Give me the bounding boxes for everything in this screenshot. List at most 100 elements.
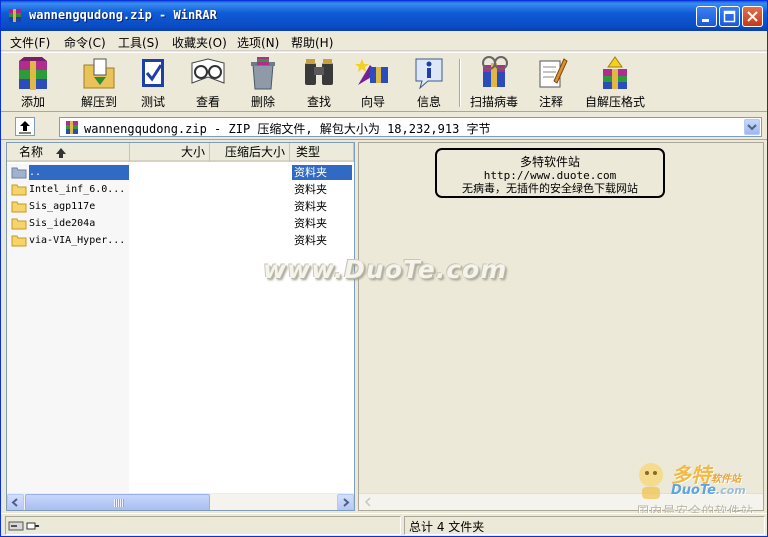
- comment-line-3: 无病毒，无插件的安全绿色下载网站: [462, 182, 638, 195]
- table-row[interactable]: via-VIA_Hyper... 资料夹: [7, 232, 354, 249]
- file-type: 资料夹: [294, 217, 327, 230]
- address-bar: wannengqudong.zip - ZIP 压缩文件, 解包大小为 18,2…: [1, 114, 767, 140]
- file-name: ..: [29, 165, 129, 180]
- folder-icon: [11, 235, 27, 247]
- column-name-header[interactable]: 名称: [7, 143, 130, 162]
- virus-scan-label: 扫描病毒: [469, 95, 518, 109]
- sfx-button[interactable]: 自解压格式: [583, 55, 647, 111]
- comment-button[interactable]: 注释: [531, 55, 571, 111]
- view-button[interactable]: 查看: [185, 55, 231, 111]
- column-packed-label: 压缩后大小: [224, 145, 285, 159]
- delete-label: 删除: [250, 95, 275, 109]
- scroll-left-button[interactable]: [7, 494, 24, 510]
- info-label: 信息: [416, 95, 441, 109]
- status-total: 总计 4 文件夹: [409, 520, 485, 534]
- status-bar: 总计 4 文件夹: [1, 513, 767, 536]
- test-label: 测试: [140, 95, 165, 109]
- chevron-left-icon: [364, 497, 371, 507]
- column-name-label: 名称: [19, 145, 44, 159]
- info-icon: [415, 58, 443, 90]
- zip-archive-icon: [66, 121, 78, 134]
- table-row-parent[interactable]: .. 资料夹: [7, 164, 354, 181]
- comment-label: 注释: [538, 95, 563, 109]
- file-list[interactable]: 名称 大小 压缩后大小 类型 .. 资料夹 Intel_inf_6.0... 资…: [6, 142, 355, 511]
- drive-icon: [8, 521, 24, 531]
- chevron-right-icon: [343, 498, 350, 507]
- up-folder-button[interactable]: [15, 117, 35, 136]
- maximize-icon: [723, 10, 736, 23]
- address-text: wannengqudong.zip - ZIP 压缩文件, 解包大小为 18,2…: [84, 122, 491, 136]
- menu-options[interactable]: 选项(N): [237, 34, 279, 51]
- delete-icon: [251, 57, 275, 90]
- add-label: 添加: [20, 95, 45, 109]
- column-size-header[interactable]: 大小: [130, 143, 210, 162]
- menu-file[interactable]: 文件(F): [10, 34, 50, 51]
- column-size-label: 大小: [180, 145, 205, 159]
- column-type-label: 类型: [296, 145, 321, 159]
- view-icon: [191, 58, 225, 84]
- toolbar-separator: [459, 59, 461, 107]
- wizard-label: 向导: [360, 95, 385, 109]
- file-name: Intel_inf_6.0...: [29, 184, 126, 195]
- corner-site: DuoTe.com: [671, 483, 746, 498]
- delete-button[interactable]: 删除: [243, 55, 283, 111]
- add-archive-icon: [19, 57, 47, 90]
- view-label: 查看: [195, 95, 220, 109]
- maximize-button[interactable]: [719, 6, 740, 27]
- table-row[interactable]: Intel_inf_6.0... 资料夹: [7, 181, 354, 198]
- file-type: 资料夹: [292, 165, 352, 180]
- winrar-app-icon: [9, 9, 21, 22]
- file-name: Sis_agp117e: [29, 201, 96, 212]
- test-button[interactable]: 测试: [133, 55, 173, 111]
- file-list-hscrollbar[interactable]: [7, 493, 354, 510]
- chevron-left-icon: [11, 498, 18, 507]
- file-list-header: 名称 大小 压缩后大小 类型: [7, 143, 354, 162]
- chevron-down-icon: [747, 124, 757, 131]
- extract-to-button[interactable]: 解压到: [75, 55, 123, 111]
- menu-tools[interactable]: 工具(S): [118, 34, 159, 51]
- status-left-cell: [5, 516, 401, 535]
- corner-site-name: DuoTe: [671, 483, 716, 498]
- close-icon: [747, 11, 758, 22]
- minimize-button[interactable]: [696, 6, 717, 27]
- toolbar: 添加 解压到 测试 查看 删除 查找 向导 信息 扫描病毒 注释 自解压格式: [1, 52, 767, 112]
- virus-scan-icon: [482, 56, 508, 87]
- scroll-grip: [114, 499, 124, 507]
- sfx-label: 自解压格式: [584, 95, 645, 109]
- folder-icon: [11, 201, 27, 213]
- file-rows: .. 资料夹 Intel_inf_6.0... 资料夹 Sis_agp117e …: [7, 164, 354, 249]
- archive-comment: 多特软件站 http://www.duote.com 无病毒，无插件的安全绿色下…: [435, 148, 665, 198]
- scroll-thumb[interactable]: [25, 494, 210, 510]
- table-row[interactable]: Sis_agp117e 资料夹: [7, 198, 354, 215]
- address-dropdown-button[interactable]: [744, 119, 760, 135]
- wizard-button[interactable]: 向导: [351, 55, 395, 111]
- mascot-icon: [639, 463, 663, 499]
- column-type-header[interactable]: 类型: [290, 143, 354, 162]
- info-button[interactable]: 信息: [409, 55, 449, 111]
- find-label: 查找: [306, 95, 331, 109]
- title-bar[interactable]: wannengqudong.zip - WinRAR: [1, 1, 767, 31]
- close-button[interactable]: [742, 6, 763, 27]
- up-arrow-icon: [19, 121, 31, 134]
- menu-bar: 文件(F) 命令(C) 工具(S) 收藏夹(O) 选项(N) 帮助(H): [1, 31, 767, 51]
- virus-scan-button[interactable]: 扫描病毒: [467, 55, 521, 111]
- menu-favorites[interactable]: 收藏夹(O): [172, 34, 227, 51]
- wizard-icon: [355, 59, 388, 85]
- table-row[interactable]: Sis_ide204a 资料夹: [7, 215, 354, 232]
- column-packed-header[interactable]: 压缩后大小: [210, 143, 290, 162]
- menu-help[interactable]: 帮助(H): [291, 34, 333, 51]
- corner-site-suffix: .com: [716, 484, 746, 497]
- extract-to-label: 解压到: [80, 95, 117, 109]
- watermark-text: www.DuoTe.com: [263, 255, 508, 284]
- menu-commands[interactable]: 命令(C): [64, 34, 106, 51]
- file-name: Sis_ide204a: [29, 218, 96, 229]
- comment-icon: [539, 58, 568, 88]
- find-button[interactable]: 查找: [297, 55, 341, 111]
- comment-line-1: 多特软件站: [519, 155, 580, 169]
- scroll-right-button[interactable]: [337, 494, 354, 510]
- sfx-icon: [603, 56, 627, 89]
- add-button[interactable]: 添加: [11, 55, 55, 111]
- minimize-icon: [702, 19, 709, 22]
- address-combo[interactable]: wannengqudong.zip - ZIP 压缩文件, 解包大小为 18,2…: [59, 117, 762, 137]
- comment-line-2: http://www.duote.com: [483, 169, 617, 182]
